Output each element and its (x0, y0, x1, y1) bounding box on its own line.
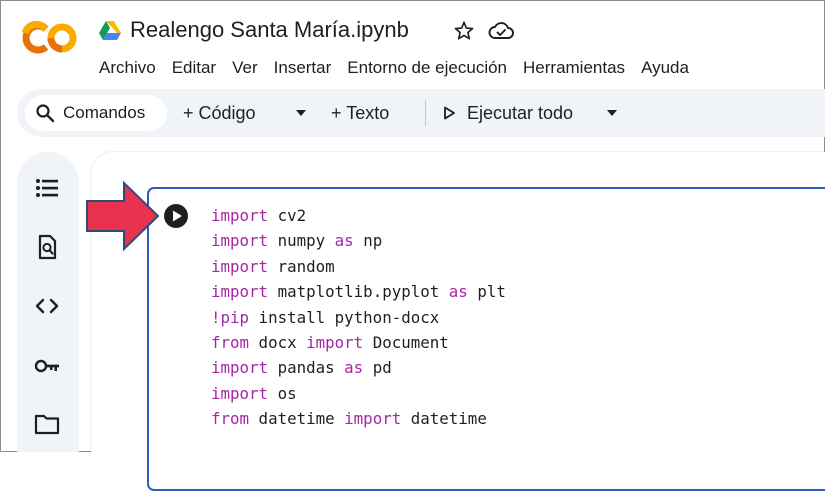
code-editor[interactable]: import cv2 import numpy as np import ran… (211, 203, 506, 432)
code-dropdown-caret-icon[interactable] (294, 106, 308, 120)
code-text: numpy (268, 231, 335, 251)
menu-herramientas[interactable]: Herramientas (523, 56, 625, 80)
code-keyword: from (211, 409, 250, 429)
find-replace-icon[interactable] (33, 233, 61, 261)
code-keyword: import (306, 333, 364, 353)
code-line: import numpy as np (211, 231, 382, 250)
google-drive-icon (99, 21, 121, 40)
notebook-title[interactable]: Realengo Santa María.ipynb (130, 16, 409, 44)
code-text: os (268, 383, 297, 403)
run-all-button[interactable]: Ejecutar todo (467, 100, 573, 126)
menu-insertar[interactable]: Insertar (274, 56, 332, 80)
code-text: matplotlib.pyplot (268, 282, 449, 302)
code-line: import cv2 (211, 206, 306, 225)
menu-archivo[interactable]: Archivo (99, 56, 156, 80)
search-icon (36, 104, 55, 123)
commands-button[interactable]: Comandos (25, 95, 167, 131)
code-keyword: import (344, 409, 402, 429)
commands-label: Comandos (63, 103, 146, 122)
code-keyword: as (448, 282, 468, 302)
code-line: import pandas as pd (211, 358, 392, 377)
run-all-dropdown-caret-icon[interactable] (605, 106, 619, 120)
table-of-contents-icon[interactable] (33, 174, 61, 202)
code-text: install python-docx (249, 307, 440, 327)
run-cell-play-icon[interactable] (163, 203, 189, 229)
code-line: import random (211, 257, 335, 276)
star-icon[interactable] (453, 20, 475, 42)
colab-logo[interactable] (18, 20, 78, 56)
cloud-sync-icon[interactable] (487, 20, 515, 42)
toolbar-divider (425, 100, 426, 126)
code-text: cv2 (268, 206, 307, 225)
code-keyword: as (334, 231, 354, 251)
menu-ver[interactable]: Ver (232, 56, 258, 80)
secrets-key-icon[interactable] (33, 352, 61, 380)
files-folder-icon[interactable] (33, 410, 61, 438)
code-text: np (353, 231, 383, 251)
code-keyword: import (211, 282, 269, 302)
code-keyword: import (211, 231, 269, 251)
code-text: docx (249, 333, 307, 353)
code-keyword: import (211, 383, 269, 403)
code-line: from docx import Document (211, 333, 449, 352)
red-arrow-annotation-icon (86, 180, 160, 252)
menu-editar[interactable]: Editar (172, 56, 216, 80)
code-line: from datetime import datetime (211, 409, 487, 428)
code-line: import os (211, 384, 297, 403)
code-text: datetime (249, 409, 345, 429)
code-text: plt (467, 282, 506, 302)
code-snippets-icon[interactable] (33, 292, 61, 320)
menu-ayuda[interactable]: Ayuda (641, 56, 689, 80)
code-line: !pip install python-docx (211, 308, 439, 327)
add-text-button[interactable]: + Texto (331, 100, 389, 126)
code-keyword: import (211, 256, 269, 276)
code-line: import matplotlib.pyplot as plt (211, 282, 506, 301)
code-keyword: from (211, 333, 250, 353)
code-text: random (268, 256, 335, 276)
code-text: pd (363, 358, 392, 378)
play-outline-icon[interactable] (441, 105, 457, 121)
menu-bar: Archivo Editar Ver Insertar Entorno de e… (99, 56, 689, 80)
code-keyword: import (211, 206, 269, 225)
code-text: Document (363, 333, 449, 353)
code-keyword: import (211, 358, 269, 378)
add-code-button[interactable]: + Código (183, 100, 256, 126)
code-text: datetime (401, 409, 487, 429)
menu-entorno-de-ejecucion[interactable]: Entorno de ejecución (347, 56, 507, 80)
code-keyword: !pip (211, 307, 250, 327)
code-keyword: as (344, 358, 364, 378)
code-text: pandas (268, 358, 345, 378)
